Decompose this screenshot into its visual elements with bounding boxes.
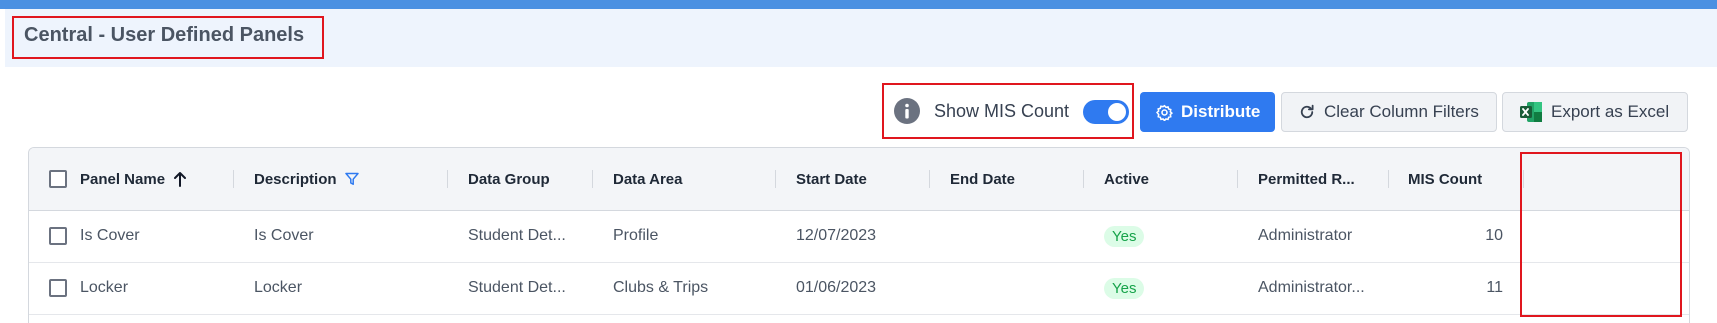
cell-data-area: Profile	[613, 227, 659, 244]
toggle-knob	[1108, 103, 1126, 121]
header-permitted-roles-label: Permitted R...	[1258, 170, 1355, 188]
column-separator[interactable]	[592, 170, 593, 188]
active-status-badge: Yes	[1104, 277, 1145, 299]
column-separator[interactable]	[1083, 170, 1084, 188]
column-separator[interactable]	[1237, 170, 1238, 188]
grid-header-row: Panel Name Description Data Group Data A…	[29, 148, 1689, 211]
select-all-checkbox-cell	[49, 148, 67, 210]
mis-count-column-highlight-box	[1520, 152, 1682, 317]
header-active-label: Active	[1104, 170, 1150, 188]
sort-ascending-icon[interactable]	[173, 171, 187, 187]
table-row[interactable]: Is Cover Is Cover Student Det... Profile…	[29, 210, 1689, 263]
filter-icon[interactable]	[344, 172, 359, 186]
cell-active: Yes	[1104, 210, 1145, 262]
clear-column-filters-button[interactable]: Clear Column Filters	[1281, 92, 1497, 132]
refresh-icon	[1300, 104, 1314, 119]
header-data-group-label: Data Group	[468, 170, 550, 188]
row-checkbox-cell	[49, 210, 67, 262]
header-data-group[interactable]: Data Group	[468, 148, 550, 210]
cell-start-date: 01/06/2023	[796, 279, 877, 296]
column-separator[interactable]	[1388, 170, 1389, 188]
select-all-checkbox[interactable]	[49, 170, 67, 188]
cell-permitted-roles: Administrator...	[1258, 279, 1365, 296]
cell-description: Is Cover	[254, 227, 314, 244]
clear-column-filters-label: Clear Column Filters	[1324, 102, 1479, 121]
row-checkbox-cell	[49, 262, 67, 314]
export-excel-button[interactable]: Export as Excel	[1502, 92, 1688, 132]
distribute-label: Distribute	[1181, 102, 1261, 121]
show-mis-count-toggle[interactable]	[1083, 100, 1129, 124]
row-checkbox[interactable]	[49, 227, 67, 245]
panels-grid: Panel Name Description Data Group Data A…	[28, 147, 1690, 323]
header-mis-count-label: MIS Count	[1408, 170, 1483, 188]
active-status-badge: Yes	[1104, 225, 1145, 247]
header-panel-name[interactable]: Panel Name	[80, 148, 187, 210]
cell-panel-name: Is Cover	[80, 227, 140, 244]
column-separator[interactable]	[447, 170, 448, 188]
header-description[interactable]: Description	[254, 148, 359, 210]
cell-data-area: Clubs & Trips	[613, 279, 709, 296]
excel-icon	[1520, 102, 1542, 122]
show-mis-count-label: Show MIS Count	[934, 101, 1070, 121]
header-end-date[interactable]: End Date	[950, 148, 1015, 210]
header-mis-count[interactable]: MIS Count	[1408, 148, 1482, 210]
cell-description: Locker	[254, 279, 303, 296]
row-checkbox[interactable]	[49, 279, 67, 297]
page-title: Central - User Defined Panels	[24, 24, 305, 46]
header-data-area[interactable]: Data Area	[613, 148, 682, 210]
top-accent-bar	[0, 0, 1717, 9]
distribute-button[interactable]: Distribute	[1140, 92, 1275, 132]
cell-data-group: Student Det...	[468, 279, 566, 296]
cell-active: Yes	[1104, 262, 1145, 314]
gear-icon	[1156, 104, 1173, 121]
cell-panel-name: Locker	[80, 279, 129, 296]
header-panel-name-label: Panel Name	[80, 170, 166, 188]
cell-data-group: Student Det...	[468, 227, 566, 244]
cell-mis-count: 11	[1486, 279, 1503, 296]
table-row[interactable]: Locker Locker Student Det... Clubs & Tri…	[29, 262, 1689, 315]
header-permitted-roles[interactable]: Permitted R...	[1258, 148, 1355, 210]
header-active[interactable]: Active	[1104, 148, 1149, 210]
cell-permitted-roles: Administrator	[1258, 227, 1353, 244]
cell-mis-count: 10	[1485, 227, 1503, 244]
column-separator[interactable]	[929, 170, 930, 188]
column-separator[interactable]	[233, 170, 234, 188]
header-end-date-label: End Date	[950, 170, 1016, 188]
cell-start-date: 12/07/2023	[796, 227, 877, 244]
header-data-area-label: Data Area	[613, 170, 683, 188]
info-icon[interactable]	[893, 97, 921, 125]
export-excel-label: Export as Excel	[1551, 102, 1670, 121]
header-description-label: Description	[254, 170, 337, 188]
header-start-date-label: Start Date	[796, 170, 867, 188]
column-separator[interactable]	[775, 170, 776, 188]
header-start-date[interactable]: Start Date	[796, 148, 867, 210]
